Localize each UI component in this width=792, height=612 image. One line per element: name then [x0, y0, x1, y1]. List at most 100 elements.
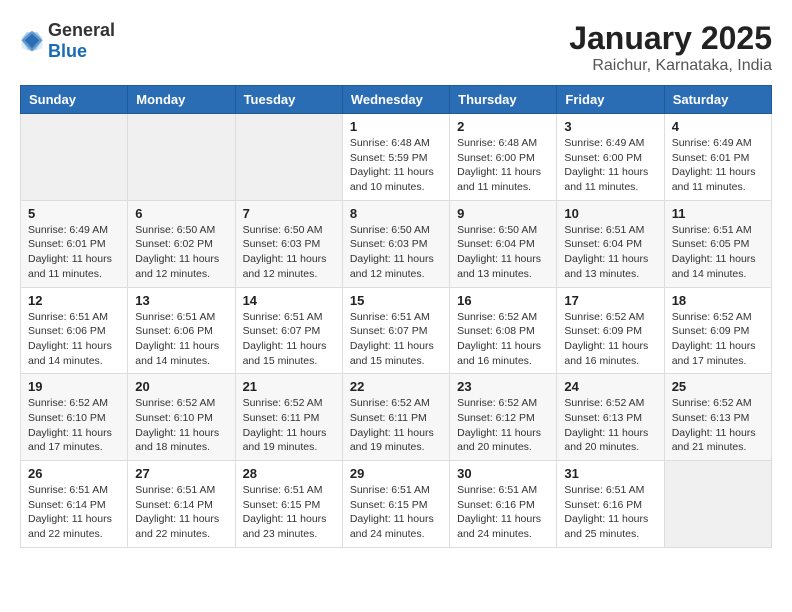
day-number: 27 — [135, 466, 227, 481]
day-info: Sunrise: 6:52 AM Sunset: 6:10 PM Dayligh… — [135, 396, 227, 455]
logo-general: General — [48, 20, 115, 40]
calendar-cell — [664, 461, 771, 548]
day-number: 9 — [457, 206, 549, 221]
weekday-header-monday: Monday — [128, 86, 235, 114]
day-number: 12 — [28, 293, 120, 308]
calendar-cell: 28Sunrise: 6:51 AM Sunset: 6:15 PM Dayli… — [235, 461, 342, 548]
day-number: 15 — [350, 293, 442, 308]
day-number: 29 — [350, 466, 442, 481]
calendar-week-2: 5 Sunrise: 6:49 AM Sunset: 6:01 PM Daylig… — [21, 200, 772, 287]
day-info: Sunrise: 6:52 AM Sunset: 6:09 PM Dayligh… — [564, 310, 656, 369]
calendar-cell: 1Sunrise: 6:48 AM Sunset: 5:59 PM Daylig… — [342, 114, 449, 201]
logo-text: General Blue — [48, 20, 115, 62]
day-info: Sunrise: 6:51 AM Sunset: 6:06 PM Dayligh… — [135, 310, 227, 369]
day-info: Sunrise: 6:49 AM Sunset: 6:01 PM Dayligh… — [672, 136, 764, 195]
title-area: January 2025 Raichur, Karnataka, India — [569, 20, 772, 75]
calendar-cell — [128, 114, 235, 201]
day-info: Sunrise: 6:49 AM Sunset: 6:00 PM Dayligh… — [564, 136, 656, 195]
calendar-cell: 24 Sunrise: 6:52 AM Sunset: 6:13 PM Dayli… — [557, 374, 664, 461]
calendar-cell: 5 Sunrise: 6:49 AM Sunset: 6:01 PM Daylig… — [21, 200, 128, 287]
day-number: 26 — [28, 466, 120, 481]
weekday-header-thursday: Thursday — [450, 86, 557, 114]
day-info: Sunrise: 6:51 AM Sunset: 6:16 PM Dayligh… — [564, 483, 656, 542]
calendar-cell: 10 Sunrise: 6:51 AM Sunset: 6:04 PM Dayli… — [557, 200, 664, 287]
calendar-cell: 20Sunrise: 6:52 AM Sunset: 6:10 PM Dayli… — [128, 374, 235, 461]
calendar-cell — [235, 114, 342, 201]
calendar-cell: 17 Sunrise: 6:52 AM Sunset: 6:09 PM Dayli… — [557, 287, 664, 374]
day-number: 31 — [564, 466, 656, 481]
calendar-cell: 30Sunrise: 6:51 AM Sunset: 6:16 PM Dayli… — [450, 461, 557, 548]
day-info: Sunrise: 6:51 AM Sunset: 6:14 PM Dayligh… — [135, 483, 227, 542]
day-info: Sunrise: 6:52 AM Sunset: 6:13 PM Dayligh… — [564, 396, 656, 455]
calendar-week-4: 19 Sunrise: 6:52 AM Sunset: 6:10 PM Dayli… — [21, 374, 772, 461]
day-number: 2 — [457, 119, 549, 134]
day-number: 5 — [28, 206, 120, 221]
day-number: 7 — [243, 206, 335, 221]
calendar-cell: 31 Sunrise: 6:51 AM Sunset: 6:16 PM Dayli… — [557, 461, 664, 548]
page-header: General Blue January 2025 Raichur, Karna… — [20, 20, 772, 75]
day-number: 17 — [564, 293, 656, 308]
calendar-cell: 9 Sunrise: 6:50 AM Sunset: 6:04 PM Daylig… — [450, 200, 557, 287]
day-info: Sunrise: 6:52 AM Sunset: 6:10 PM Dayligh… — [28, 396, 120, 455]
weekday-header-sunday: Sunday — [21, 86, 128, 114]
weekday-header-tuesday: Tuesday — [235, 86, 342, 114]
day-info: Sunrise: 6:51 AM Sunset: 6:15 PM Dayligh… — [243, 483, 335, 542]
weekday-header-wednesday: Wednesday — [342, 86, 449, 114]
day-info: Sunrise: 6:52 AM Sunset: 6:08 PM Dayligh… — [457, 310, 549, 369]
day-number: 10 — [564, 206, 656, 221]
weekday-header-saturday: Saturday — [664, 86, 771, 114]
calendar-cell: 27 Sunrise: 6:51 AM Sunset: 6:14 PM Dayli… — [128, 461, 235, 548]
day-info: Sunrise: 6:52 AM Sunset: 6:13 PM Dayligh… — [672, 396, 764, 455]
day-number: 18 — [672, 293, 764, 308]
day-number: 21 — [243, 379, 335, 394]
calendar-week-5: 26 Sunrise: 6:51 AM Sunset: 6:14 PM Dayli… — [21, 461, 772, 548]
calendar-cell: 18 Sunrise: 6:52 AM Sunset: 6:09 PM Dayli… — [664, 287, 771, 374]
logo-blue: Blue — [48, 41, 87, 61]
day-info: Sunrise: 6:52 AM Sunset: 6:11 PM Dayligh… — [243, 396, 335, 455]
day-info: Sunrise: 6:52 AM Sunset: 6:11 PM Dayligh… — [350, 396, 442, 455]
logo-icon — [20, 29, 44, 53]
weekday-header-friday: Friday — [557, 86, 664, 114]
day-number: 22 — [350, 379, 442, 394]
day-info: Sunrise: 6:51 AM Sunset: 6:16 PM Dayligh… — [457, 483, 549, 542]
day-number: 3 — [564, 119, 656, 134]
month-title: January 2025 — [569, 20, 772, 57]
day-info: Sunrise: 6:51 AM Sunset: 6:14 PM Dayligh… — [28, 483, 120, 542]
day-info: Sunrise: 6:51 AM Sunset: 6:06 PM Dayligh… — [28, 310, 120, 369]
day-number: 14 — [243, 293, 335, 308]
calendar-cell: 15Sunrise: 6:51 AM Sunset: 6:07 PM Dayli… — [342, 287, 449, 374]
calendar-body: 1Sunrise: 6:48 AM Sunset: 5:59 PM Daylig… — [21, 114, 772, 548]
day-number: 25 — [672, 379, 764, 394]
calendar-week-1: 1Sunrise: 6:48 AM Sunset: 5:59 PM Daylig… — [21, 114, 772, 201]
day-number: 24 — [564, 379, 656, 394]
calendar-cell — [21, 114, 128, 201]
calendar-cell: 7Sunrise: 6:50 AM Sunset: 6:03 PM Daylig… — [235, 200, 342, 287]
calendar-cell: 13Sunrise: 6:51 AM Sunset: 6:06 PM Dayli… — [128, 287, 235, 374]
day-info: Sunrise: 6:51 AM Sunset: 6:15 PM Dayligh… — [350, 483, 442, 542]
day-number: 23 — [457, 379, 549, 394]
calendar-cell: 2 Sunrise: 6:48 AM Sunset: 6:00 PM Daylig… — [450, 114, 557, 201]
day-info: Sunrise: 6:50 AM Sunset: 6:03 PM Dayligh… — [350, 223, 442, 282]
day-number: 8 — [350, 206, 442, 221]
calendar-cell: 29 Sunrise: 6:51 AM Sunset: 6:15 PM Dayli… — [342, 461, 449, 548]
calendar-cell: 6Sunrise: 6:50 AM Sunset: 6:02 PM Daylig… — [128, 200, 235, 287]
calendar-cell: 3 Sunrise: 6:49 AM Sunset: 6:00 PM Daylig… — [557, 114, 664, 201]
day-info: Sunrise: 6:49 AM Sunset: 6:01 PM Dayligh… — [28, 223, 120, 282]
calendar-cell: 8 Sunrise: 6:50 AM Sunset: 6:03 PM Daylig… — [342, 200, 449, 287]
day-number: 19 — [28, 379, 120, 394]
day-info: Sunrise: 6:51 AM Sunset: 6:07 PM Dayligh… — [243, 310, 335, 369]
calendar-cell: 4 Sunrise: 6:49 AM Sunset: 6:01 PM Daylig… — [664, 114, 771, 201]
calendar-cell: 14 Sunrise: 6:51 AM Sunset: 6:07 PM Dayli… — [235, 287, 342, 374]
day-info: Sunrise: 6:48 AM Sunset: 6:00 PM Dayligh… — [457, 136, 549, 195]
weekday-header-row: SundayMondayTuesdayWednesdayThursdayFrid… — [21, 86, 772, 114]
calendar-week-3: 12 Sunrise: 6:51 AM Sunset: 6:06 PM Dayli… — [21, 287, 772, 374]
calendar-cell: 11Sunrise: 6:51 AM Sunset: 6:05 PM Dayli… — [664, 200, 771, 287]
day-info: Sunrise: 6:51 AM Sunset: 6:05 PM Dayligh… — [672, 223, 764, 282]
day-info: Sunrise: 6:50 AM Sunset: 6:04 PM Dayligh… — [457, 223, 549, 282]
day-number: 16 — [457, 293, 549, 308]
day-info: Sunrise: 6:50 AM Sunset: 6:02 PM Dayligh… — [135, 223, 227, 282]
day-number: 4 — [672, 119, 764, 134]
day-info: Sunrise: 6:52 AM Sunset: 6:09 PM Dayligh… — [672, 310, 764, 369]
day-info: Sunrise: 6:51 AM Sunset: 6:04 PM Dayligh… — [564, 223, 656, 282]
day-info: Sunrise: 6:48 AM Sunset: 5:59 PM Dayligh… — [350, 136, 442, 195]
